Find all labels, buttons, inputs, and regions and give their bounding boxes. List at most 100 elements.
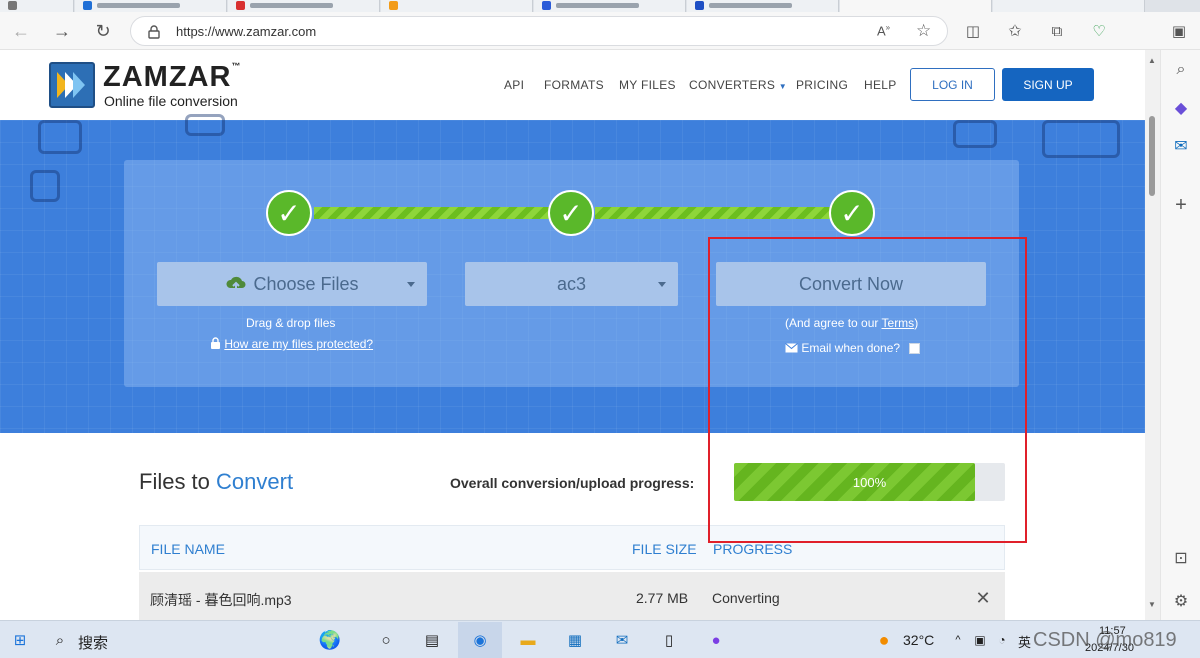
forward-icon[interactable]: → <box>49 18 75 44</box>
lock-icon <box>148 25 160 39</box>
nav-pricing[interactable]: PRICING <box>796 78 848 92</box>
address-bar[interactable]: https://www.zamzar.com A» ☆ <box>130 16 948 46</box>
remove-file-icon[interactable]: ✕ <box>971 586 995 610</box>
add-icon[interactable]: + <box>1169 193 1193 217</box>
tab-favicon <box>83 1 92 10</box>
drag-drop-hint: Drag & drop files <box>246 316 336 330</box>
tab-title <box>709 3 793 8</box>
edge-taskbar-icon[interactable]: ◉ <box>458 622 502 658</box>
app-icon[interactable]: ● <box>704 628 728 652</box>
step-1-complete-icon: ✓ <box>266 190 312 236</box>
browser-toolbar: ← → ↻ https://www.zamzar.com A» ☆ ◫ ✩ ⧉ … <box>0 12 1200 50</box>
scroll-down-icon[interactable]: ▼ <box>1148 600 1156 609</box>
tab-favicon <box>542 1 551 10</box>
tab-favicon <box>8 1 17 10</box>
page-scrollbar[interactable]: ▲ ▼ <box>1145 50 1160 620</box>
csdn-watermark: CSDN @mo819 <box>1033 629 1177 651</box>
weather-temp[interactable]: 32°C <box>903 632 934 648</box>
tab-favicon <box>389 1 398 10</box>
files-protected-link[interactable]: How are my files protected? <box>224 337 373 351</box>
document-file-icon <box>953 120 997 148</box>
scrollbar-thumb[interactable] <box>1149 116 1155 196</box>
browser-tab[interactable] <box>534 0 686 12</box>
browser-tab[interactable] <box>993 0 1145 12</box>
choose-files-button[interactable]: Choose Files <box>157 262 427 306</box>
browser-tab[interactable] <box>381 0 533 12</box>
column-file-name: FILE NAME <box>151 541 225 557</box>
widgets-icon[interactable]: ▤ <box>420 628 444 652</box>
dropdown-caret-icon[interactable] <box>407 282 415 287</box>
screenshot-icon[interactable]: ⊡ <box>1169 546 1193 570</box>
favorite-star-icon[interactable]: ☆ <box>916 21 931 41</box>
progress-connector <box>314 207 550 219</box>
annotation-highlight-box <box>708 237 1027 543</box>
audio-file-icon <box>30 170 60 202</box>
files-protected-row: How are my files protected? <box>210 337 373 351</box>
laptop-icon <box>1042 120 1120 158</box>
nav-my-files[interactable]: MY FILES <box>619 78 676 92</box>
split-screen-icon[interactable]: ◫ <box>960 18 986 44</box>
column-progress: PROGRESS <box>713 541 793 557</box>
progress-connector <box>595 207 831 219</box>
signup-button[interactable]: SIGN UP <box>1002 68 1094 101</box>
back-icon[interactable]: ← <box>8 18 34 44</box>
sidebar-toggle-icon[interactable]: ▣ <box>1166 18 1192 44</box>
dropdown-caret-icon <box>658 282 666 287</box>
read-aloud-icon[interactable]: A» <box>877 23 890 38</box>
image-file-icon <box>185 114 225 136</box>
tab-title <box>97 3 181 8</box>
logo-wordmark[interactable]: ZAMZAR™ <box>103 61 241 94</box>
browser-tab[interactable] <box>75 0 227 12</box>
file-explorer-icon[interactable]: ▬ <box>516 628 540 652</box>
settings-icon[interactable]: ⚙ <box>1169 589 1193 613</box>
files-to-convert-title: Files to Convert <box>139 469 294 494</box>
input-language[interactable]: 英 <box>1018 632 1031 651</box>
format-select[interactable]: ac3 <box>465 262 678 306</box>
cloud-upload-icon <box>226 276 246 293</box>
network-icon[interactable]: ◔ <box>990 628 1014 652</box>
task-view-icon[interactable]: ○ <box>374 628 398 652</box>
file-size-cell: 2.77 MB <box>636 590 689 606</box>
browser-tab[interactable] <box>0 0 74 12</box>
nav-api[interactable]: API <box>504 78 524 92</box>
copilot-icon[interactable]: ◆ <box>1169 96 1193 120</box>
scroll-up-icon[interactable]: ▲ <box>1148 56 1156 65</box>
tab-favicon <box>695 1 704 10</box>
nav-help[interactable]: HELP <box>864 78 897 92</box>
site-header: ZAMZAR™ Online file conversion API FORMA… <box>0 50 1145 120</box>
browser-tab[interactable] <box>228 0 380 12</box>
tab-title <box>556 3 640 8</box>
browser-tab-active[interactable] <box>840 0 992 12</box>
file-name-cell: 顾清瑶 - 暮色回响.mp3 <box>150 592 292 608</box>
taskbar-search-label[interactable]: 搜索 <box>78 632 108 653</box>
search-icon[interactable]: ⌕ <box>1169 58 1193 82</box>
login-button[interactable]: LOG IN <box>910 68 995 101</box>
browser-tab-strip <box>0 0 1200 12</box>
mail-icon[interactable]: ✉ <box>610 628 634 652</box>
nav-formats[interactable]: FORMATS <box>544 78 604 92</box>
search-highlight-icon[interactable]: 🌍 <box>300 628 360 652</box>
zamzar-logo-icon[interactable] <box>49 62 95 108</box>
browser-essentials-icon[interactable]: ♡ <box>1086 18 1112 44</box>
url-text: https://www.zamzar.com <box>176 24 317 39</box>
video-file-icon <box>38 120 82 154</box>
windows-start-icon[interactable]: ⊞ <box>8 628 32 652</box>
browser-tab[interactable] <box>687 0 839 12</box>
tray-app-icon[interactable]: ▣ <box>968 628 992 652</box>
nav-converters[interactable]: CONVERTERS ▼ <box>689 78 787 92</box>
taskbar-search-icon[interactable]: ⌕ <box>48 628 72 652</box>
microsoft-store-icon[interactable]: ▦ <box>563 628 587 652</box>
collections-icon[interactable]: ⧉ <box>1044 18 1070 44</box>
refresh-icon[interactable]: ↻ <box>90 18 116 44</box>
favorites-icon[interactable]: ✩ <box>1002 18 1028 44</box>
edge-sidebar: ⌕ ◆ ✉ + ⊡ ⚙ <box>1160 50 1200 620</box>
tab-favicon <box>236 1 245 10</box>
tray-chevron-icon[interactable]: ^ <box>946 628 970 652</box>
notepad-icon[interactable]: ▯ <box>657 628 681 652</box>
outlook-icon[interactable]: ✉ <box>1169 134 1193 158</box>
step-2-complete-icon: ✓ <box>548 190 594 236</box>
overall-progress-label: Overall conversion/upload progress: <box>450 475 695 491</box>
weather-icon[interactable]: ● <box>872 628 896 652</box>
chevron-down-icon: ▼ <box>778 82 787 91</box>
step-3-complete-icon: ✓ <box>829 190 875 236</box>
